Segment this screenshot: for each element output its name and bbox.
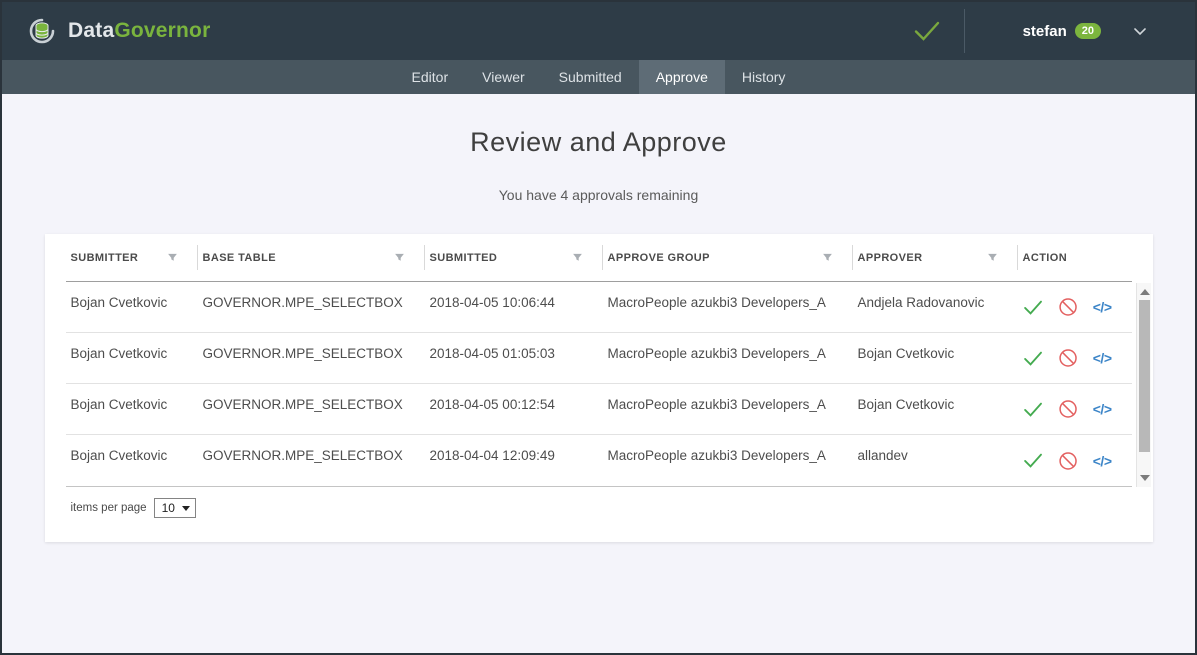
user-menu[interactable]: stefan 20	[1023, 23, 1101, 40]
approve-check-icon[interactable]	[1023, 298, 1043, 317]
column-label: SUBMITTED	[430, 252, 498, 264]
page-title: Review and Approve	[2, 127, 1195, 158]
items-per-page-value: 10	[162, 501, 175, 515]
column-header: SUBMITTED	[425, 234, 603, 281]
user-name: stefan	[1023, 23, 1067, 40]
cell-approver: Bojan Cvetkovic	[853, 384, 1018, 434]
view-code-icon[interactable]: </>	[1093, 453, 1112, 469]
cell-submitted: 2018-04-05 00:12:54	[425, 384, 603, 434]
select-dropdown-arrow-icon	[182, 506, 190, 511]
table-header-row: SUBMITTER BASE TABLE SUBMITTED APPROVE G…	[66, 234, 1132, 282]
items-per-page-label: items per page	[71, 502, 147, 514]
database-logo-icon	[26, 15, 58, 47]
main-content: Review and Approve You have 4 approvals …	[2, 127, 1195, 542]
column-header: SUBMITTER	[66, 234, 198, 281]
cell-base-table: GOVERNOR.MPE_SELECTBOX	[198, 384, 425, 434]
filter-icon[interactable]	[167, 252, 178, 263]
topbar: DataGovernor stefan 20	[2, 2, 1195, 60]
cell-approver: allandev	[853, 435, 1018, 486]
approve-check-icon[interactable]	[1023, 349, 1043, 368]
brand-suffix: Governor	[114, 19, 210, 42]
cell-approve-group: MacroPeople azukbi3 Developers_A	[603, 282, 853, 332]
tab-submitted[interactable]: Submitted	[542, 60, 639, 94]
tab-editor[interactable]: Editor	[395, 60, 466, 94]
column-label: APPROVER	[858, 252, 923, 264]
cell-approve-group: MacroPeople azukbi3 Developers_A	[603, 333, 853, 383]
cell-submitter: Bojan Cvetkovic	[66, 435, 198, 486]
cell-submitter: Bojan Cvetkovic	[66, 282, 198, 332]
chevron-down-icon[interactable]	[1133, 27, 1147, 36]
main-nav: Editor Viewer Submitted Approve History	[2, 60, 1195, 94]
table-row: Bojan Cvetkovic GOVERNOR.MPE_SELECTBOX 2…	[66, 435, 1132, 486]
column-label: APPROVE GROUP	[608, 252, 710, 264]
cell-action: </>	[1018, 333, 1132, 383]
column-header: BASE TABLE	[198, 234, 425, 281]
header-check-icon[interactable]	[912, 19, 942, 43]
tab-approve[interactable]: Approve	[639, 60, 725, 94]
tab-history[interactable]: History	[725, 60, 803, 94]
column-header: APPROVE GROUP	[603, 234, 853, 281]
cell-base-table: GOVERNOR.MPE_SELECTBOX	[198, 282, 425, 332]
cell-submitted: 2018-04-05 10:06:44	[425, 282, 603, 332]
scroll-down-icon[interactable]	[1140, 475, 1150, 481]
approvals-table-card: SUBMITTER BASE TABLE SUBMITTED APPROVE G…	[45, 234, 1153, 542]
filter-icon[interactable]	[572, 252, 583, 263]
topbar-divider	[964, 9, 965, 53]
table-footer: items per page 10	[66, 487, 1132, 518]
view-code-icon[interactable]: </>	[1093, 299, 1112, 315]
filter-icon[interactable]	[987, 252, 998, 263]
cell-submitted: 2018-04-04 12:09:49	[425, 435, 603, 486]
table-row: Bojan Cvetkovic GOVERNOR.MPE_SELECTBOX 2…	[66, 384, 1132, 435]
cell-submitter: Bojan Cvetkovic	[66, 333, 198, 383]
column-header: ACTION	[1018, 234, 1132, 281]
scroll-up-icon[interactable]	[1140, 289, 1150, 295]
column-label: SUBMITTER	[71, 252, 139, 264]
reject-prohibition-icon[interactable]	[1058, 295, 1078, 319]
user-badge: 20	[1075, 23, 1101, 39]
table-row: Bojan Cvetkovic GOVERNOR.MPE_SELECTBOX 2…	[66, 282, 1132, 333]
cell-base-table: GOVERNOR.MPE_SELECTBOX	[198, 435, 425, 486]
cell-action: </>	[1018, 384, 1132, 434]
column-header: APPROVER	[853, 234, 1018, 281]
cell-action: </>	[1018, 435, 1132, 486]
brand-logo[interactable]: DataGovernor	[26, 15, 210, 47]
cell-submitter: Bojan Cvetkovic	[66, 384, 198, 434]
table-row: Bojan Cvetkovic GOVERNOR.MPE_SELECTBOX 2…	[66, 333, 1132, 384]
view-code-icon[interactable]: </>	[1093, 350, 1112, 366]
topbar-right: stefan 20	[912, 2, 1195, 60]
cell-approver: Andjela Radovanovic	[853, 282, 1018, 332]
filter-icon[interactable]	[394, 252, 405, 263]
approvals-remaining-text: You have 4 approvals remaining	[2, 187, 1195, 203]
reject-prohibition-icon[interactable]	[1058, 346, 1078, 370]
approve-check-icon[interactable]	[1023, 451, 1043, 470]
cell-base-table: GOVERNOR.MPE_SELECTBOX	[198, 333, 425, 383]
table-scrollbar[interactable]	[1136, 283, 1151, 487]
brand-prefix: Data	[68, 19, 114, 42]
approve-check-icon[interactable]	[1023, 400, 1043, 419]
view-code-icon[interactable]: </>	[1093, 401, 1112, 417]
cell-action: </>	[1018, 282, 1132, 332]
cell-approve-group: MacroPeople azukbi3 Developers_A	[603, 384, 853, 434]
items-per-page-select[interactable]: 10	[154, 498, 196, 518]
brand-name: DataGovernor	[68, 19, 210, 43]
column-label: ACTION	[1023, 252, 1068, 264]
reject-prohibition-icon[interactable]	[1058, 397, 1078, 421]
reject-prohibition-icon[interactable]	[1058, 449, 1078, 473]
table-body: Bojan Cvetkovic GOVERNOR.MPE_SELECTBOX 2…	[66, 282, 1132, 487]
cell-approve-group: MacroPeople azukbi3 Developers_A	[603, 435, 853, 486]
filter-icon[interactable]	[822, 252, 833, 263]
scrollbar-thumb[interactable]	[1139, 300, 1150, 452]
column-label: BASE TABLE	[203, 252, 276, 264]
cell-submitted: 2018-04-05 01:05:03	[425, 333, 603, 383]
tab-viewer[interactable]: Viewer	[465, 60, 542, 94]
app-window: DataGovernor stefan 20 Editor Viewer Sub…	[0, 0, 1197, 655]
cell-approver: Bojan Cvetkovic	[853, 333, 1018, 383]
